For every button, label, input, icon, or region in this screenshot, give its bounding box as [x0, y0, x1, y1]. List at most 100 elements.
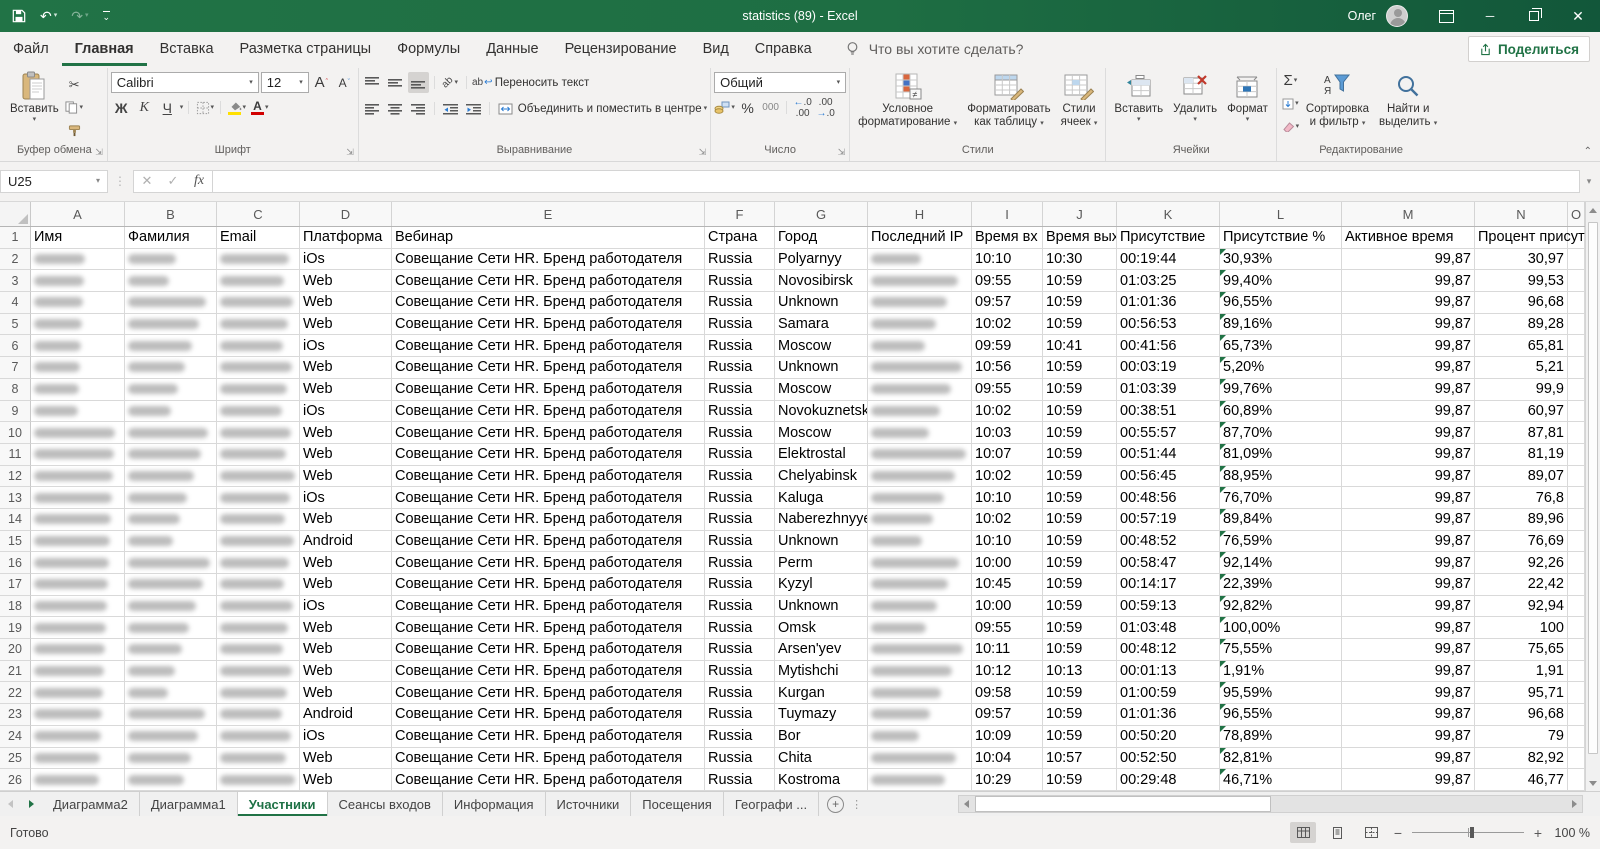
cell-C24[interactable] — [217, 726, 300, 748]
cell-E2[interactable]: Совещание Сети HR. Бренд работодателя — [392, 249, 705, 271]
cell-D3[interactable]: Web — [300, 270, 392, 292]
close-button[interactable]: ✕ — [1556, 0, 1600, 32]
copy-icon[interactable]: ▾ — [64, 97, 85, 118]
autosum-icon[interactable]: Σ▾ — [1280, 70, 1301, 91]
underline-button[interactable]: Ч — [157, 97, 178, 118]
cell-M15[interactable]: 99,87 — [1342, 531, 1475, 553]
column-header-C[interactable]: C — [217, 202, 300, 226]
cell-K8[interactable]: 01:03:39 — [1117, 379, 1220, 401]
decrease-font-icon[interactable]: Aˇ — [334, 72, 355, 93]
cell-M21[interactable]: 99,87 — [1342, 661, 1475, 683]
row-header-1[interactable]: 1 — [0, 227, 31, 249]
wrap-text-icon[interactable]: ab↩ — [472, 72, 493, 93]
cell-K4[interactable]: 01:01:36 — [1117, 292, 1220, 314]
cell-H15[interactable] — [868, 531, 972, 553]
sheet-tab-5[interactable]: Источники — [546, 792, 632, 816]
cell-D15[interactable]: Android — [300, 531, 392, 553]
cell-A3[interactable] — [31, 270, 125, 292]
cell-K11[interactable]: 00:51:44 — [1117, 444, 1220, 466]
cell-D25[interactable]: Web — [300, 748, 392, 770]
user-avatar[interactable] — [1386, 5, 1408, 27]
cell-O18[interactable] — [1568, 596, 1585, 618]
sheet-tab-1[interactable]: Диаграмма1 — [140, 792, 238, 816]
cell-A21[interactable] — [31, 661, 125, 683]
cell-E7[interactable]: Совещание Сети HR. Бренд работодателя — [392, 357, 705, 379]
cell-E23[interactable]: Совещание Сети HR. Бренд работодателя — [392, 704, 705, 726]
increase-font-icon[interactable]: Aˆ — [311, 72, 332, 93]
menu-tab-7[interactable]: Вид — [690, 32, 742, 66]
cell-E16[interactable]: Совещание Сети HR. Бренд работодателя — [392, 552, 705, 574]
cell-J8[interactable]: 10:59 — [1043, 379, 1117, 401]
row-header-22[interactable]: 22 — [0, 682, 31, 704]
align-center-icon[interactable] — [385, 98, 406, 119]
row-header-18[interactable]: 18 — [0, 596, 31, 618]
cell-C7[interactable] — [217, 357, 300, 379]
row-header-19[interactable]: 19 — [0, 617, 31, 639]
align-middle-icon[interactable] — [385, 72, 406, 93]
cell-B18[interactable] — [125, 596, 217, 618]
cell-B23[interactable] — [125, 704, 217, 726]
cell-E1[interactable]: Вебинар — [392, 227, 705, 249]
cell-E10[interactable]: Совещание Сети HR. Бренд работодателя — [392, 422, 705, 444]
tell-me-box[interactable]: Что вы хотите сделать? — [845, 41, 1024, 57]
cell-A11[interactable] — [31, 444, 125, 466]
cell-E9[interactable]: Совещание Сети HR. Бренд работодателя — [392, 401, 705, 423]
cell-G19[interactable]: Omsk — [775, 617, 868, 639]
column-header-G[interactable]: G — [775, 202, 868, 226]
cell-F9[interactable]: Russia — [705, 401, 775, 423]
cell-G7[interactable]: Unknown — [775, 357, 868, 379]
cell-I2[interactable]: 10:10 — [972, 249, 1043, 271]
cell-K20[interactable]: 00:48:12 — [1117, 639, 1220, 661]
cell-L26[interactable]: 46,71% — [1220, 769, 1342, 791]
cell-C25[interactable] — [217, 748, 300, 770]
cell-M14[interactable]: 99,87 — [1342, 509, 1475, 531]
cell-K9[interactable]: 00:38:51 — [1117, 401, 1220, 423]
cell-M9[interactable]: 99,87 — [1342, 401, 1475, 423]
cell-A23[interactable] — [31, 704, 125, 726]
increase-decimal-icon[interactable]: ←.0.00 — [792, 97, 813, 118]
column-header-O[interactable]: O — [1568, 202, 1585, 226]
cell-F1[interactable]: Страна — [705, 227, 775, 249]
cell-O21[interactable] — [1568, 661, 1585, 683]
format-painter-icon[interactable] — [64, 120, 85, 141]
cell-B3[interactable] — [125, 270, 217, 292]
row-header-8[interactable]: 8 — [0, 379, 31, 401]
cell-E18[interactable]: Совещание Сети HR. Бренд работодателя — [392, 596, 705, 618]
cell-A8[interactable] — [31, 379, 125, 401]
cell-F20[interactable]: Russia — [705, 639, 775, 661]
cell-L18[interactable]: 92,82% — [1220, 596, 1342, 618]
cell-E24[interactable]: Совещание Сети HR. Бренд работодателя — [392, 726, 705, 748]
cell-K15[interactable]: 00:48:52 — [1117, 531, 1220, 553]
menu-tab-0[interactable]: Файл — [0, 32, 62, 66]
cell-D4[interactable]: Web — [300, 292, 392, 314]
customize-quick-access-icon[interactable]: ⌄ — [103, 10, 111, 22]
column-header-K[interactable]: K — [1117, 202, 1220, 226]
cell-A7[interactable] — [31, 357, 125, 379]
cell-H22[interactable] — [868, 682, 972, 704]
cell-J5[interactable]: 10:59 — [1043, 314, 1117, 336]
cell-O9[interactable] — [1568, 401, 1585, 423]
cell-E17[interactable]: Совещание Сети HR. Бренд работодателя — [392, 574, 705, 596]
cell-J7[interactable]: 10:59 — [1043, 357, 1117, 379]
cell-C16[interactable] — [217, 552, 300, 574]
cell-C12[interactable] — [217, 466, 300, 488]
row-header-2[interactable]: 2 — [0, 249, 31, 271]
cell-B8[interactable] — [125, 379, 217, 401]
sheet-tab-options-icon[interactable]: ⋮ — [851, 798, 862, 811]
prev-sheet-icon[interactable] — [0, 792, 21, 816]
cell-A18[interactable] — [31, 596, 125, 618]
new-sheet-button[interactable]: + — [827, 796, 844, 813]
cell-N5[interactable]: 89,28 — [1475, 314, 1568, 336]
cell-J1[interactable]: Время вых — [1043, 227, 1117, 249]
undo-icon[interactable]: ↶▾ — [40, 9, 57, 23]
cell-B25[interactable] — [125, 748, 217, 770]
cell-K7[interactable]: 00:03:19 — [1117, 357, 1220, 379]
cell-E3[interactable]: Совещание Сети HR. Бренд работодателя — [392, 270, 705, 292]
cell-F15[interactable]: Russia — [705, 531, 775, 553]
cell-H1[interactable]: Последний IP — [868, 227, 972, 249]
cell-K16[interactable]: 00:58:47 — [1117, 552, 1220, 574]
cell-A9[interactable] — [31, 401, 125, 423]
row-header-15[interactable]: 15 — [0, 531, 31, 553]
cell-H13[interactable] — [868, 487, 972, 509]
cell-K22[interactable]: 01:00:59 — [1117, 682, 1220, 704]
